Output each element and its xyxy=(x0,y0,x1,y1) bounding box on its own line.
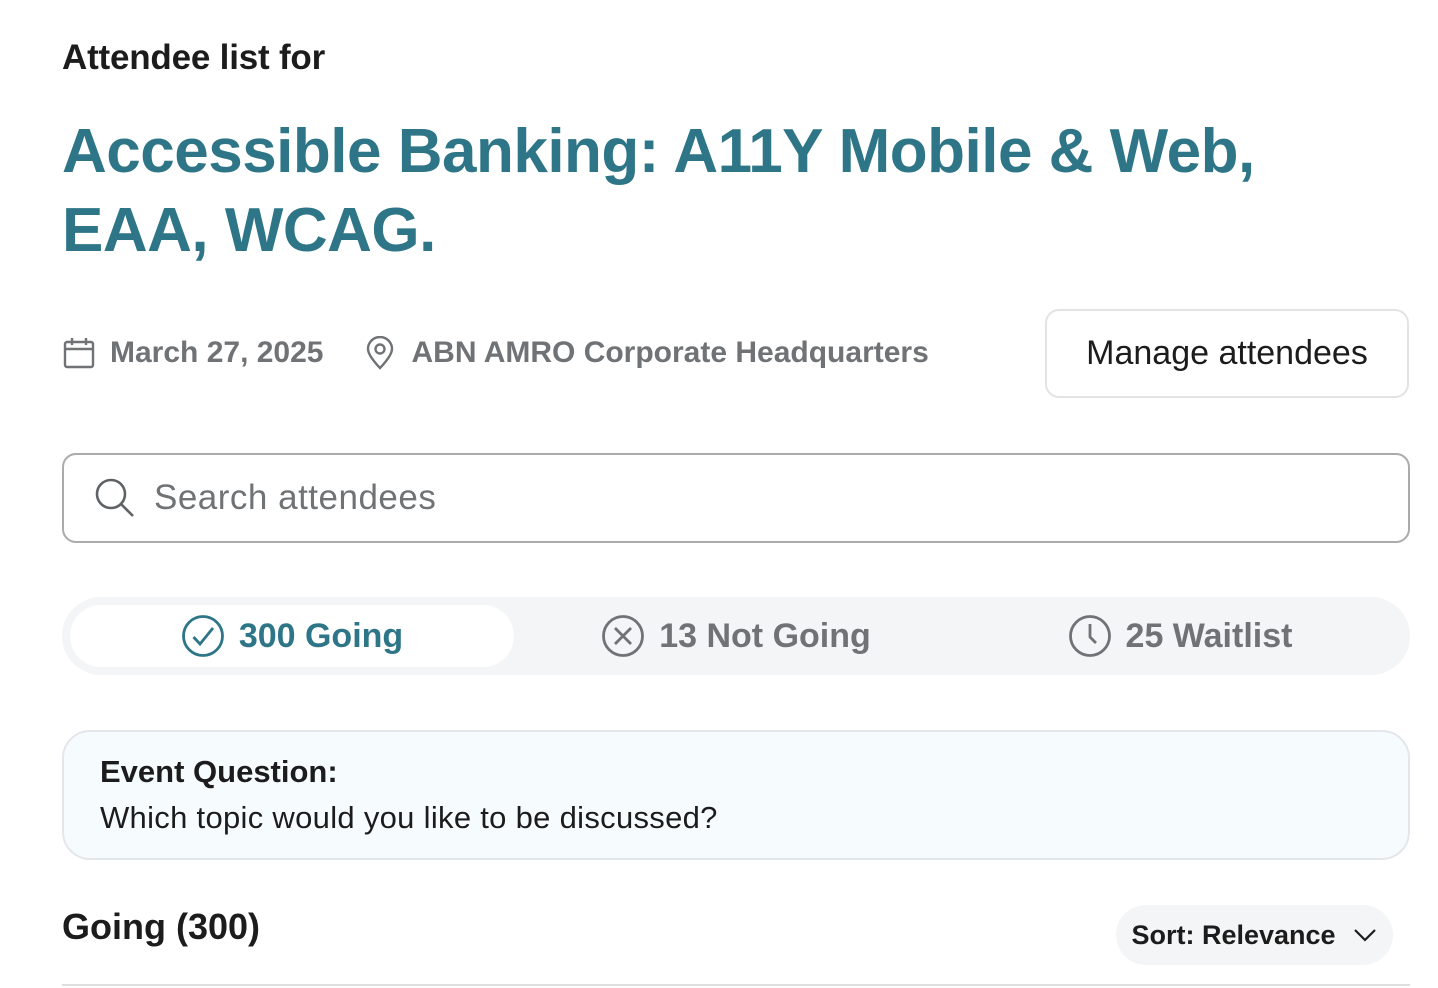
clock-icon xyxy=(1068,614,1112,658)
attendee-list-page: Attendee list for Accessible Banking: A1… xyxy=(0,0,1438,988)
search-box[interactable] xyxy=(62,453,1410,543)
tab-not-going[interactable]: 13 Not Going xyxy=(514,605,958,667)
tab-waitlist[interactable]: 25 Waitlist xyxy=(958,605,1402,667)
tab-going[interactable]: 300 Going xyxy=(70,605,514,667)
event-location-text: ABN AMRO Corporate Headquarters xyxy=(411,336,929,369)
event-question-text: Which topic would you like to be discuss… xyxy=(100,800,718,835)
sort-dropdown[interactable]: Sort: Relevance xyxy=(1116,905,1393,965)
search-icon xyxy=(94,477,136,519)
list-divider xyxy=(62,984,1410,986)
tab-waitlist-label: 25 Waitlist xyxy=(1125,616,1293,655)
calendar-icon xyxy=(62,336,96,370)
event-location[interactable]: ABN AMRO Corporate Headquarters xyxy=(363,336,929,370)
chevron-down-icon xyxy=(1352,922,1378,948)
event-meta: March 27, 2025 ABN AMRO Corporate Headqu… xyxy=(62,330,929,376)
search-input[interactable] xyxy=(152,477,1408,519)
map-pin-icon xyxy=(363,336,397,370)
event-question-label: Event Question: xyxy=(100,754,338,789)
x-circle-icon xyxy=(601,614,645,658)
tab-not-going-label: 13 Not Going xyxy=(659,616,871,655)
tab-going-label: 300 Going xyxy=(238,616,404,655)
sort-label: Sort: Relevance xyxy=(1131,919,1336,950)
rsvp-tabs: 300 Going 13 Not Going 25 Waitlist xyxy=(62,597,1410,675)
event-question-card: Event Question: Which topic would you li… xyxy=(62,730,1410,860)
event-title[interactable]: Accessible Banking: A11Y Mobile & Web, E… xyxy=(62,112,1362,270)
going-section-heading: Going (300) xyxy=(62,906,261,947)
event-date-text: March 27, 2025 xyxy=(110,336,324,369)
manage-attendees-button[interactable]: Manage attendees xyxy=(1045,309,1409,398)
event-date: March 27, 2025 xyxy=(62,336,323,370)
check-circle-icon xyxy=(181,614,225,658)
page-subtitle: Attendee list for xyxy=(62,38,326,77)
